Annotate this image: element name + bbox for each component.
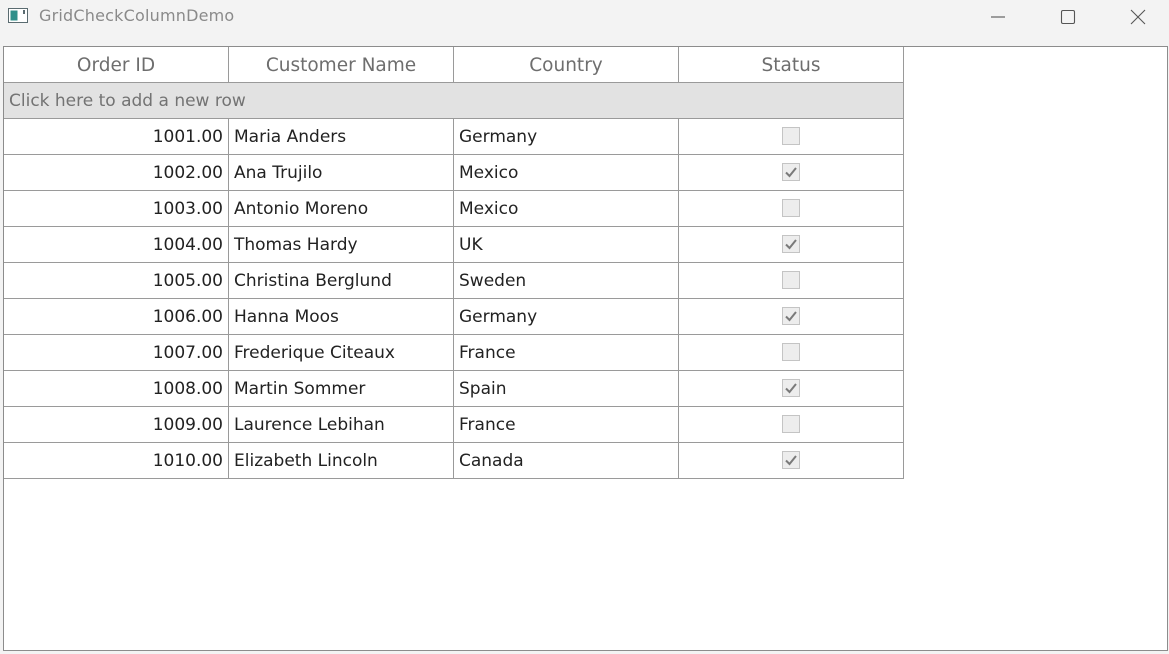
table-row[interactable]: 1002.00 Ana Trujilo Mexico xyxy=(4,155,904,191)
column-header-customer-name[interactable]: Customer Name xyxy=(229,47,454,83)
minimize-button[interactable] xyxy=(963,0,1033,34)
customer-name-cell[interactable]: Laurence Lebihan xyxy=(229,407,454,443)
status-cell xyxy=(679,299,904,335)
column-header-status[interactable]: Status xyxy=(679,47,904,83)
order-id-cell[interactable]: 1004.00 xyxy=(4,227,229,263)
app-icon xyxy=(8,8,28,23)
order-id-cell[interactable]: 1008.00 xyxy=(4,371,229,407)
country-cell[interactable]: France xyxy=(454,335,679,371)
customer-name-cell[interactable]: Antonio Moreno xyxy=(229,191,454,227)
status-checkbox[interactable] xyxy=(782,270,800,289)
status-cell xyxy=(679,119,904,155)
table-row[interactable]: 1009.00 Laurence Lebihan France xyxy=(4,407,904,443)
customer-name-cell[interactable]: Martin Sommer xyxy=(229,371,454,407)
table-row[interactable]: 1005.00 Christina Berglund Sweden xyxy=(4,263,904,299)
window-title: GridCheckColumnDemo xyxy=(39,6,235,25)
column-header-country[interactable]: Country xyxy=(454,47,679,83)
country-cell[interactable]: Germany xyxy=(454,119,679,155)
country-cell[interactable]: Germany xyxy=(454,299,679,335)
window-content: Order ID Customer Name Country Status Cl… xyxy=(3,46,1168,651)
checkmark-icon xyxy=(785,382,797,393)
status-checkbox[interactable] xyxy=(782,126,800,145)
order-id-cell[interactable]: 1001.00 xyxy=(4,119,229,155)
country-cell[interactable]: UK xyxy=(454,227,679,263)
country-cell[interactable]: Canada xyxy=(454,443,679,479)
status-cell xyxy=(679,155,904,191)
order-id-cell[interactable]: 1006.00 xyxy=(4,299,229,335)
status-checkbox[interactable] xyxy=(782,378,800,397)
table-row[interactable]: 1003.00 Antonio Moreno Mexico xyxy=(4,191,904,227)
add-new-row[interactable]: Click here to add a new row xyxy=(4,83,904,119)
close-button[interactable] xyxy=(1103,0,1169,34)
customer-name-cell[interactable]: Ana Trujilo xyxy=(229,155,454,191)
country-cell[interactable]: Mexico xyxy=(454,191,679,227)
maximize-icon xyxy=(1060,9,1076,25)
customer-name-cell[interactable]: Frederique Citeaux xyxy=(229,335,454,371)
status-cell xyxy=(679,407,904,443)
table-row[interactable]: 1007.00 Frederique Citeaux France xyxy=(4,335,904,371)
status-checkbox[interactable] xyxy=(782,234,800,253)
customer-name-cell[interactable]: Thomas Hardy xyxy=(229,227,454,263)
status-checkbox[interactable] xyxy=(782,450,800,469)
status-checkbox[interactable] xyxy=(782,162,800,181)
country-cell[interactable]: Mexico xyxy=(454,155,679,191)
status-checkbox[interactable] xyxy=(782,306,800,325)
order-id-cell[interactable]: 1003.00 xyxy=(4,191,229,227)
order-id-cell[interactable]: 1010.00 xyxy=(4,443,229,479)
country-cell[interactable]: Sweden xyxy=(454,263,679,299)
minimize-icon xyxy=(991,16,1005,18)
table-row[interactable]: 1001.00 Maria Anders Germany xyxy=(4,119,904,155)
table-row[interactable]: 1010.00 Elizabeth Lincoln Canada xyxy=(4,443,904,479)
status-cell xyxy=(679,443,904,479)
title-bar: GridCheckColumnDemo xyxy=(0,0,1169,36)
table-row[interactable]: 1006.00 Hanna Moos Germany xyxy=(4,299,904,335)
customer-name-cell[interactable]: Maria Anders xyxy=(229,119,454,155)
country-cell[interactable]: Spain xyxy=(454,371,679,407)
order-id-cell[interactable]: 1005.00 xyxy=(4,263,229,299)
checkmark-icon xyxy=(785,454,797,465)
customer-name-cell[interactable]: Elizabeth Lincoln xyxy=(229,443,454,479)
table-row[interactable]: 1008.00 Martin Sommer Spain xyxy=(4,371,904,407)
order-id-cell[interactable]: 1002.00 xyxy=(4,155,229,191)
table-row[interactable]: 1004.00 Thomas Hardy UK xyxy=(4,227,904,263)
status-cell xyxy=(679,335,904,371)
country-cell[interactable]: France xyxy=(454,407,679,443)
status-cell xyxy=(679,191,904,227)
checkmark-icon xyxy=(785,310,797,321)
customer-name-cell[interactable]: Hanna Moos xyxy=(229,299,454,335)
status-cell xyxy=(679,227,904,263)
grid-header-row: Order ID Customer Name Country Status xyxy=(4,47,904,83)
status-checkbox[interactable] xyxy=(782,414,800,433)
column-header-order-id[interactable]: Order ID xyxy=(4,47,229,83)
status-checkbox[interactable] xyxy=(782,342,800,361)
order-id-cell[interactable]: 1007.00 xyxy=(4,335,229,371)
status-checkbox[interactable] xyxy=(782,198,800,217)
checkmark-icon xyxy=(785,238,797,249)
order-id-cell[interactable]: 1009.00 xyxy=(4,407,229,443)
status-cell xyxy=(679,263,904,299)
status-cell xyxy=(679,371,904,407)
maximize-button[interactable] xyxy=(1033,0,1103,34)
checkmark-icon xyxy=(785,166,797,177)
customer-name-cell[interactable]: Christina Berglund xyxy=(229,263,454,299)
close-icon xyxy=(1130,9,1146,25)
